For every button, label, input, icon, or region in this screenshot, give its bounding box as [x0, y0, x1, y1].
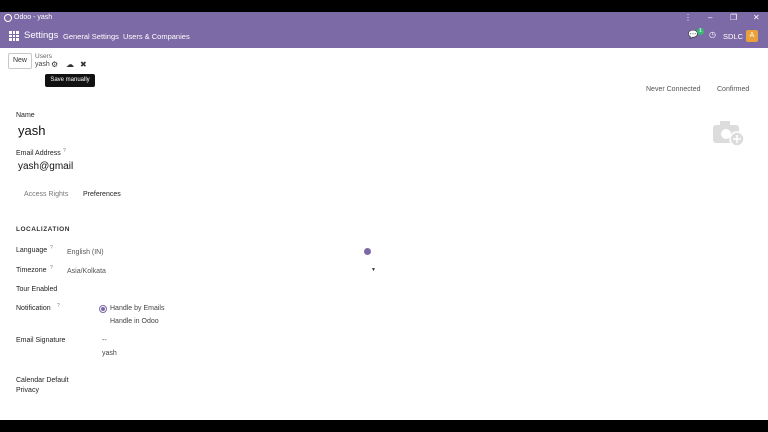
timezone-label: Timezone — [16, 267, 47, 274]
menu-general-settings[interactable]: General Settings — [63, 32, 119, 41]
apps-grid-icon[interactable] — [9, 31, 19, 41]
language-help-mark[interactable]: ? — [50, 245, 53, 251]
language-label: Language — [16, 247, 48, 254]
status-never-connected[interactable]: Never Connected — [646, 86, 700, 93]
timezone-help-mark[interactable]: ? — [50, 265, 53, 271]
notification-label: Notification — [16, 305, 51, 312]
window-titlebar: Odoo - yash ⋮ – ❐ ✕ — [0, 12, 768, 24]
gear-icon[interactable]: ⚙ — [51, 60, 58, 69]
avatar[interactable]: A — [746, 30, 758, 42]
signature-line-1[interactable]: -- — [102, 337, 107, 344]
save-cloud-icon[interactable]: ☁ — [66, 60, 74, 69]
top-navbar: Settings General Settings Users & Compan… — [0, 24, 768, 48]
form-view: New Users yash ⚙ ☁ ✖ Save manually Never… — [0, 48, 768, 420]
notification-help-mark[interactable]: ? — [57, 303, 60, 309]
minimize-icon[interactable]: – — [708, 13, 712, 22]
kebab-menu-icon[interactable]: ⋮ — [684, 13, 692, 22]
breadcrumb-users[interactable]: Users — [35, 53, 52, 60]
email-label: Email Address — [16, 150, 61, 157]
camera-plus-icon[interactable] — [712, 118, 746, 148]
language-select[interactable]: English (IN) — [67, 249, 104, 256]
close-icon[interactable]: ✕ — [753, 13, 760, 22]
tour-enabled-label: Tour Enabled — [16, 286, 58, 293]
globe-icon[interactable] — [364, 248, 371, 255]
message-badge: 1 — [697, 28, 704, 35]
clock-icon[interactable]: ◷ — [709, 30, 716, 39]
breadcrumb-current: yash — [35, 61, 50, 68]
discard-icon[interactable]: ✖ — [80, 60, 87, 69]
radio-dot — [101, 307, 105, 311]
email-help-mark[interactable]: ? — [63, 148, 66, 154]
notification-option-emails[interactable]: Handle by Emails — [110, 305, 164, 312]
calendar-privacy-label-2: Privacy — [16, 387, 39, 394]
company-switcher[interactable]: SDLC — [723, 32, 743, 41]
tab-preferences[interactable]: Preferences — [83, 191, 121, 198]
section-localization: LOCALIZATION — [16, 226, 70, 233]
signature-line-2[interactable]: yash — [102, 350, 117, 357]
timezone-select[interactable]: Asia/Kolkata — [67, 268, 106, 275]
calendar-privacy-label-1: Calendar Default — [16, 377, 69, 384]
window-title: Odoo - yash — [14, 14, 53, 21]
tab-access-rights[interactable]: Access Rights — [24, 191, 68, 198]
name-label: Name — [16, 112, 35, 119]
name-field[interactable]: yash — [18, 123, 45, 138]
app-title[interactable]: Settings — [24, 30, 58, 41]
odoo-logo-icon — [4, 14, 12, 22]
email-signature-label: Email Signature — [16, 337, 66, 344]
status-confirmed[interactable]: Confirmed — [717, 86, 749, 93]
new-button[interactable]: New — [8, 53, 32, 69]
menu-users-companies[interactable]: Users & Companies — [123, 32, 190, 41]
restore-icon[interactable]: ❐ — [730, 13, 737, 22]
tooltip: Save manually — [45, 74, 95, 87]
chevron-down-icon[interactable]: ▼ — [371, 267, 376, 273]
notification-option-odoo[interactable]: Handle in Odoo — [110, 318, 159, 325]
bottom-letterbox — [0, 420, 768, 432]
email-field[interactable]: yash@gmail — [18, 161, 73, 172]
